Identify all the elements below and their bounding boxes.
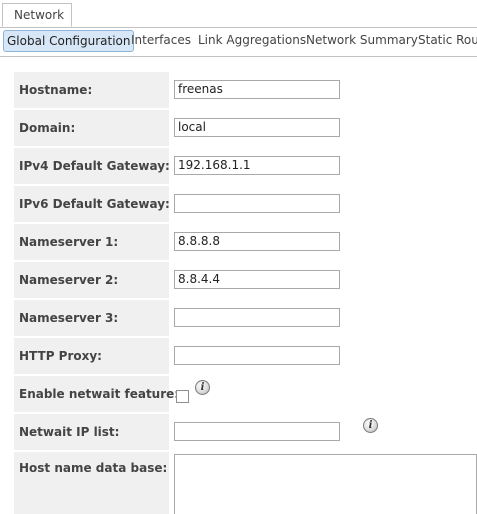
netwait-enable-label: Enable netwait feature: [14, 376, 179, 412]
hosts-db-row: Host name data base: [14, 452, 477, 514]
domain-label: Domain: [14, 110, 169, 146]
http-proxy-label: HTTP Proxy: [14, 338, 169, 374]
http-proxy-row: HTTP Proxy: [14, 338, 477, 376]
hosts-db-textarea[interactable] [174, 454, 477, 514]
nameserver2-input[interactable]: 8.8.4.4 [174, 270, 340, 289]
nameserver2-row: Nameserver 2: 8.8.4.4 [14, 262, 477, 300]
network-settings-window: Network Global Configuration Interfaces … [0, 0, 477, 514]
netwait-ips-row: Netwait IP list: i [14, 414, 477, 452]
ipv4-gateway-input[interactable]: 192.168.1.1 [174, 156, 340, 175]
tab-network[interactable]: Network [2, 3, 72, 27]
hostname-row: Hostname: freenas [14, 72, 477, 110]
ipv6-gateway-input[interactable] [174, 194, 340, 213]
hostname-label: Hostname: [14, 72, 169, 108]
netwait-ips-input[interactable] [174, 422, 340, 441]
ipv6-gateway-label: IPv6 Default Gateway: [14, 186, 170, 222]
nameserver1-label: Nameserver 1: [14, 224, 169, 260]
tab-global-configuration[interactable]: Global Configuration [3, 30, 135, 52]
info-icon[interactable]: i [363, 418, 378, 433]
http-proxy-input[interactable] [174, 346, 340, 365]
nameserver1-input[interactable]: 8.8.8.8 [174, 232, 340, 251]
ipv4-gateway-row: IPv4 Default Gateway: 192.168.1.1 [14, 148, 477, 186]
ipv4-gateway-label: IPv4 Default Gateway: [14, 148, 170, 184]
tab-static-routes[interactable]: Static Rout [418, 28, 477, 56]
nameserver3-row: Nameserver 3: [14, 300, 477, 338]
nameserver1-row: Nameserver 1: 8.8.8.8 [14, 224, 477, 262]
netwait-enable-checkbox[interactable] [176, 390, 189, 403]
domain-input[interactable]: local [174, 118, 340, 137]
hosts-db-label: Host name data base: [14, 452, 169, 514]
ipv6-gateway-row: IPv6 Default Gateway: [14, 186, 477, 224]
global-configuration-form: Hostname: freenas Domain: local IPv4 Def… [14, 72, 477, 514]
nameserver3-label: Nameserver 3: [14, 300, 169, 336]
nameserver2-label: Nameserver 2: [14, 262, 169, 298]
tab-interfaces[interactable]: Interfaces [131, 28, 191, 56]
tab-link-aggregations[interactable]: Link Aggregations [198, 28, 306, 56]
netwait-ips-label: Netwait IP list: [14, 414, 169, 450]
info-icon[interactable]: i [195, 380, 210, 395]
sub-tab-bar: Global Configuration Interfaces Link Agg… [0, 28, 477, 57]
top-tab-bar: Network [0, 0, 477, 28]
nameserver3-input[interactable] [174, 308, 340, 327]
netwait-enable-row: Enable netwait feature: i [14, 376, 477, 414]
domain-row: Domain: local [14, 110, 477, 148]
hostname-input[interactable]: freenas [174, 80, 340, 99]
tab-network-summary[interactable]: Network Summary [306, 28, 418, 56]
